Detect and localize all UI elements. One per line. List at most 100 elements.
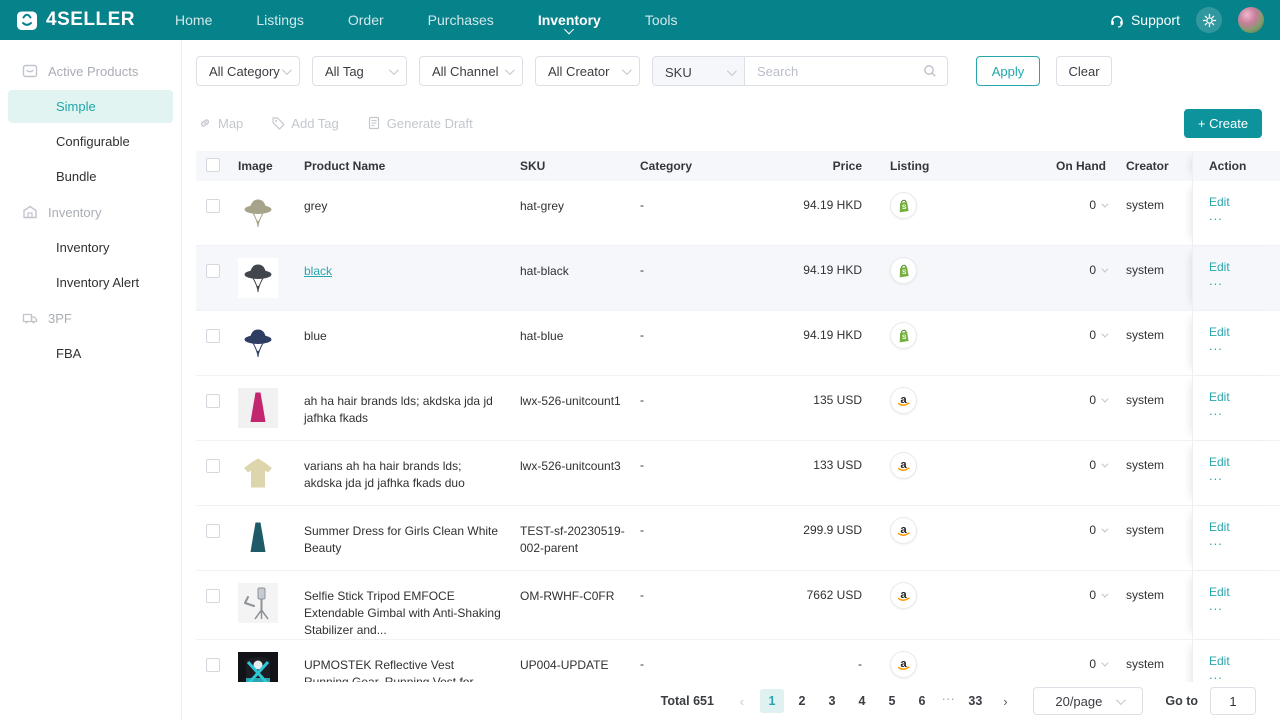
sidebar-item-simple[interactable]: Simple <box>8 90 173 123</box>
amazon-listing-icon[interactable]: a <box>890 452 917 479</box>
amazon-listing-icon[interactable]: a <box>890 387 917 414</box>
sidebar-item-configurable[interactable]: Configurable <box>8 125 173 158</box>
more-actions-button[interactable]: ... <box>1209 469 1280 482</box>
edit-button[interactable]: Edit <box>1209 260 1280 274</box>
row-checkbox[interactable] <box>206 329 220 343</box>
amazon-listing-icon[interactable]: a <box>890 517 917 544</box>
product-name-link[interactable]: UPMOSTEK Reflective Vest Running Gear, R… <box>304 658 473 682</box>
category-filter-select[interactable]: All Category <box>196 56 300 86</box>
page-number-4[interactable]: 4 <box>850 689 874 713</box>
row-checkbox[interactable] <box>206 658 220 672</box>
map-button[interactable]: Map <box>198 116 243 131</box>
edit-button[interactable]: Edit <box>1209 390 1280 404</box>
support-button[interactable]: Support <box>1109 12 1180 28</box>
row-checkbox[interactable] <box>206 459 220 473</box>
edit-button[interactable]: Edit <box>1209 455 1280 469</box>
more-actions-button[interactable]: ... <box>1209 339 1280 352</box>
more-actions-button[interactable]: ... <box>1209 668 1280 681</box>
product-image[interactable] <box>238 258 278 298</box>
page-number-3[interactable]: 3 <box>820 689 844 713</box>
more-actions-button[interactable]: ... <box>1209 534 1280 547</box>
product-image[interactable] <box>238 652 278 682</box>
amazon-listing-icon[interactable]: a <box>890 651 917 678</box>
more-actions-button[interactable]: ... <box>1209 274 1280 287</box>
creator-filter-select[interactable]: All Creator <box>535 56 640 86</box>
row-checkbox[interactable] <box>206 199 220 213</box>
page-size-select[interactable]: 20/page <box>1033 687 1144 715</box>
product-image[interactable] <box>238 518 278 558</box>
product-price: - <box>858 657 862 671</box>
user-avatar[interactable] <box>1238 7 1264 33</box>
next-page-button[interactable]: › <box>993 689 1017 713</box>
product-image[interactable] <box>238 583 278 623</box>
nav-item-home[interactable]: Home <box>175 8 212 32</box>
product-name-link[interactable]: varians ah ha hair brands lds; akdska jd… <box>304 459 465 490</box>
select-all-checkbox[interactable] <box>206 157 220 172</box>
sidebar-item-inventory-alert[interactable]: Inventory Alert <box>8 266 173 299</box>
product-name-link[interactable]: Summer Dress for Girls Clean White Beaut… <box>304 524 498 555</box>
shopify-listing-icon[interactable]: S <box>890 192 917 219</box>
nav-item-purchases[interactable]: Purchases <box>428 8 494 32</box>
on-hand-dropdown[interactable]: 0 <box>975 246 1109 277</box>
settings-gear-button[interactable] <box>1196 7 1222 33</box>
more-actions-button[interactable]: ... <box>1209 209 1280 222</box>
shopify-listing-icon[interactable]: S <box>890 322 917 349</box>
nav-item-tools[interactable]: Tools <box>645 8 678 32</box>
on-hand-dropdown[interactable]: 0 <box>975 640 1109 671</box>
product-name-link[interactable]: Selfie Stick Tripod EMFOCE Extendable Gi… <box>304 589 501 637</box>
edit-button[interactable]: Edit <box>1209 520 1280 534</box>
channel-filter-value: All Channel <box>432 63 499 79</box>
row-checkbox[interactable] <box>206 589 220 603</box>
on-hand-dropdown[interactable]: 0 <box>975 311 1109 342</box>
nav-item-inventory[interactable]: Inventory <box>538 8 601 35</box>
sidebar-item-inventory[interactable]: Inventory <box>8 231 173 264</box>
product-name-link[interactable]: black <box>304 264 332 278</box>
create-button[interactable]: + Create <box>1184 108 1262 138</box>
page-ellipsis[interactable]: ... <box>940 689 957 713</box>
on-hand-dropdown[interactable]: 0 <box>975 376 1109 407</box>
search-icon[interactable] <box>923 57 947 85</box>
page-number-5[interactable]: 5 <box>880 689 904 713</box>
clear-button[interactable]: Clear <box>1056 56 1112 86</box>
product-name-link[interactable]: grey <box>304 199 327 213</box>
nav-item-order[interactable]: Order <box>348 8 384 32</box>
row-checkbox[interactable] <box>206 394 220 408</box>
amazon-listing-icon[interactable]: a <box>890 582 917 609</box>
page-number-6[interactable]: 6 <box>910 689 934 713</box>
brand[interactable]: 4SELLER <box>16 9 135 31</box>
row-checkbox[interactable] <box>206 264 220 278</box>
on-hand-dropdown[interactable]: 0 <box>975 571 1109 602</box>
more-actions-button[interactable]: ... <box>1209 599 1280 612</box>
on-hand-dropdown[interactable]: 0 <box>975 506 1109 537</box>
apply-button[interactable]: Apply <box>976 56 1040 86</box>
shopify-listing-icon[interactable]: S <box>890 257 917 284</box>
row-checkbox[interactable] <box>206 524 220 538</box>
page-number-1[interactable]: 1 <box>759 689 784 713</box>
product-image[interactable] <box>238 388 278 428</box>
on-hand-dropdown[interactable]: 0 <box>975 181 1109 212</box>
channel-filter-select[interactable]: All Channel <box>419 56 523 86</box>
product-name-link[interactable]: ah ha hair brands lds; akdska jda jd jaf… <box>304 394 493 425</box>
page-number-33[interactable]: 33 <box>963 689 987 713</box>
more-actions-button[interactable]: ... <box>1209 404 1280 417</box>
on-hand-dropdown[interactable]: 0 <box>975 441 1109 472</box>
product-name-link[interactable]: blue <box>304 329 327 343</box>
generate-draft-button[interactable]: Generate Draft <box>367 116 473 131</box>
page-number-2[interactable]: 2 <box>790 689 814 713</box>
product-image[interactable] <box>238 193 278 233</box>
sidebar-item-fba[interactable]: FBA <box>8 337 173 370</box>
nav-item-listings[interactable]: Listings <box>256 8 303 32</box>
search-input[interactable] <box>745 57 923 85</box>
product-image[interactable] <box>238 453 278 493</box>
tag-filter-select[interactable]: All Tag <box>312 56 407 86</box>
add-tag-button[interactable]: Add Tag <box>271 116 339 131</box>
edit-button[interactable]: Edit <box>1209 654 1280 668</box>
goto-page-input[interactable] <box>1210 687 1256 715</box>
product-image[interactable] <box>238 323 278 363</box>
edit-button[interactable]: Edit <box>1209 195 1280 209</box>
prev-page-button[interactable]: ‹ <box>730 689 754 713</box>
edit-button[interactable]: Edit <box>1209 325 1280 339</box>
edit-button[interactable]: Edit <box>1209 585 1280 599</box>
search-field-select[interactable]: SKU <box>653 57 745 85</box>
sidebar-item-bundle[interactable]: Bundle <box>8 160 173 193</box>
